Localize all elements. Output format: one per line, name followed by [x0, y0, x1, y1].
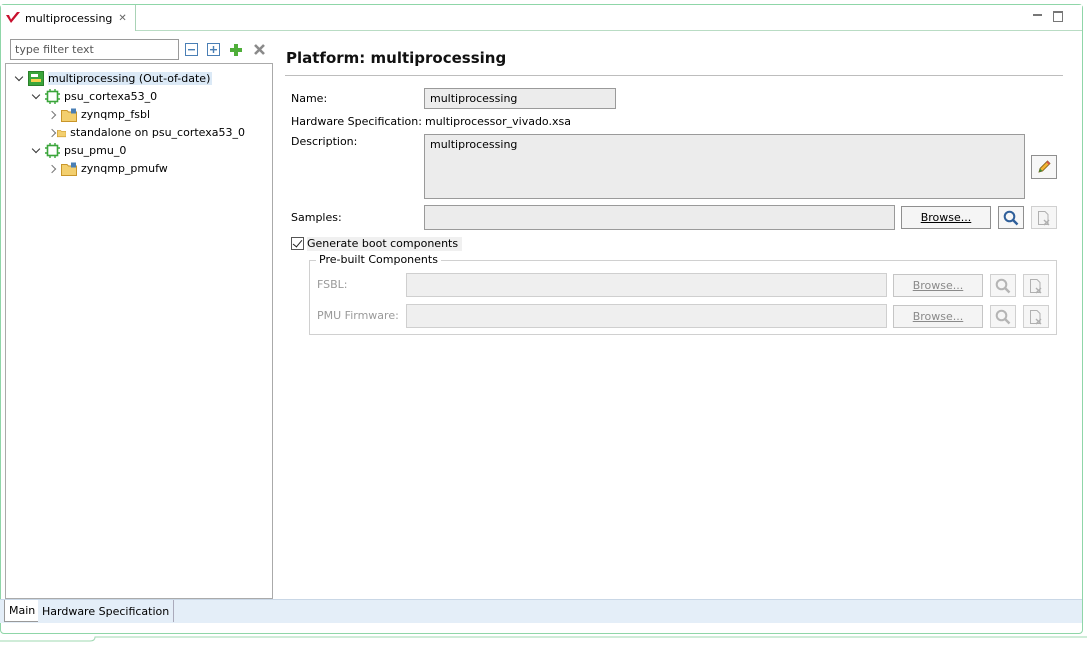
fsbl-search-button[interactable] — [990, 274, 1016, 297]
tree-item-pmu[interactable]: psu_pmu_0 — [32, 142, 126, 159]
tree-item-root[interactable]: multiprocessing (Out-of-date) — [15, 70, 213, 87]
clear-file-icon — [1030, 309, 1042, 324]
fsbl-field[interactable] — [406, 273, 887, 297]
add-icon[interactable] — [227, 41, 244, 58]
tree-item-label: psu_cortexa53_0 — [64, 90, 158, 103]
search-icon — [995, 309, 1011, 324]
delete-icon[interactable] — [251, 41, 268, 58]
editor-tab-label: multiprocessing — [25, 11, 113, 25]
close-icon[interactable]: ✕ — [118, 13, 126, 24]
chevron-down-icon[interactable] — [32, 146, 42, 156]
samples-label: Samples: — [291, 211, 342, 224]
tree-item-fsbl[interactable]: zynqmp_fsbl — [49, 106, 150, 123]
pencil-icon — [1038, 160, 1051, 173]
page-title: Platform: multiprocessing — [286, 49, 507, 67]
pmu-browse-button[interactable]: Browse... — [893, 305, 983, 328]
page-tabs: Main Hardware Specification — [0, 599, 1082, 623]
prebuilt-components-title: Pre-built Components — [316, 253, 441, 266]
description-field[interactable]: multiprocessing — [424, 134, 1025, 199]
expand-all-icon[interactable] — [205, 41, 222, 58]
samples-field[interactable] — [424, 205, 895, 230]
chevron-right-icon[interactable] — [49, 110, 59, 120]
collapse-all-icon[interactable] — [183, 41, 200, 58]
folder-icon — [56, 129, 67, 137]
tree-item-standalone[interactable]: standalone on psu_cortexa53_0 — [49, 124, 245, 141]
tab-main-label: Main — [9, 604, 36, 617]
tab-main[interactable]: Main — [4, 600, 41, 622]
tree-item-label: zynqmp_fsbl — [81, 108, 151, 121]
processor-icon — [45, 143, 60, 158]
domain-folder-icon — [61, 108, 77, 122]
pmu-firmware-label: PMU Firmware: — [317, 309, 399, 322]
tree-item-label: standalone on psu_cortexa53_0 — [70, 126, 245, 139]
tree-item-cortex[interactable]: psu_cortexa53_0 — [32, 88, 157, 105]
edit-description-button[interactable] — [1031, 155, 1057, 179]
chevron-right-icon[interactable] — [49, 128, 55, 138]
chevron-right-icon[interactable] — [49, 164, 59, 174]
search-icon — [1003, 210, 1019, 225]
clear-file-icon — [1038, 210, 1050, 225]
filter-input[interactable] — [10, 39, 179, 60]
chevron-down-icon[interactable] — [32, 92, 42, 102]
vitis-logo-icon — [6, 12, 20, 23]
pmu-clear-button[interactable] — [1023, 305, 1049, 328]
fsbl-clear-button[interactable] — [1023, 274, 1049, 297]
editor-tabbar: multiprocessing ✕ — [1, 5, 1082, 31]
generate-boot-label: Generate boot components — [307, 237, 463, 251]
browse-label: Browse... — [920, 211, 972, 224]
fsbl-browse-button[interactable]: Browse... — [893, 274, 983, 297]
search-icon — [995, 278, 1011, 293]
name-label: Name: — [291, 92, 328, 105]
description-label: Description: — [291, 135, 358, 148]
tree-item-pmufw[interactable]: zynqmp_pmufw — [49, 160, 168, 177]
generate-boot-checkbox[interactable] — [291, 237, 304, 250]
hw-spec-label: Hardware Specification: — [291, 115, 422, 128]
fsbl-label: FSBL: — [317, 278, 348, 291]
bottom-edge — [0, 632, 1087, 642]
domain-folder-icon — [61, 162, 77, 176]
tree-item-label: multiprocessing (Out-of-date) — [48, 72, 213, 85]
samples-clear-button[interactable] — [1031, 206, 1057, 229]
pmu-firmware-field[interactable] — [406, 304, 887, 328]
samples-browse-button[interactable]: Browse... — [901, 206, 991, 229]
minimize-icon[interactable] — [1032, 10, 1044, 22]
name-field[interactable]: multiprocessing — [424, 88, 616, 109]
tab-hw-label: Hardware Specification — [42, 604, 170, 618]
browse-label: Browse... — [912, 310, 964, 323]
editor-tab-multiprocessing[interactable]: multiprocessing ✕ — [1, 5, 136, 31]
platform-icon — [28, 71, 44, 86]
tab-hardware-specification[interactable]: Hardware Specification — [38, 600, 175, 622]
pmu-search-button[interactable] — [990, 305, 1016, 328]
chevron-down-icon[interactable] — [15, 74, 25, 84]
title-divider — [285, 75, 1063, 76]
samples-search-button[interactable] — [998, 206, 1024, 229]
maximize-icon[interactable] — [1052, 10, 1064, 22]
processor-icon — [45, 89, 60, 104]
tree-item-label: psu_pmu_0 — [64, 144, 127, 157]
clear-file-icon — [1030, 278, 1042, 293]
tree-item-label: zynqmp_pmufw — [81, 162, 168, 175]
browse-label: Browse... — [912, 279, 964, 292]
hw-spec-value: multiprocessor_vivado.xsa — [425, 115, 571, 128]
